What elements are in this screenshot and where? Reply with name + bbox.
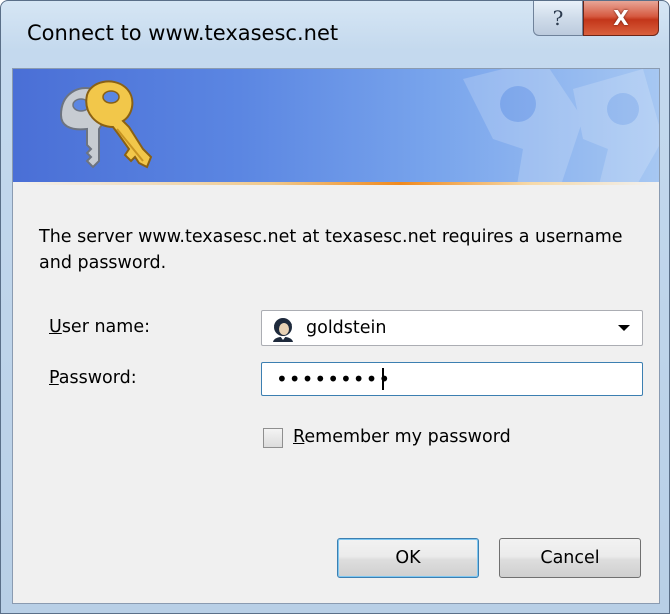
title-bar[interactable]: Connect to www.texasesc.net ? X: [1, 1, 669, 69]
keys-watermark-icon: [463, 69, 659, 184]
auth-message: The server www.texasesc.net at texasesc.…: [39, 227, 623, 273]
ok-button[interactable]: OK: [337, 538, 479, 578]
password-label: Password:: [49, 368, 137, 388]
cancel-button[interactable]: Cancel: [499, 538, 641, 578]
user-icon: [273, 318, 293, 342]
chevron-down-icon[interactable]: [618, 325, 630, 331]
help-icon: ?: [552, 6, 564, 30]
text-caret: [382, 368, 384, 390]
dialog-body: The server www.texasesc.net at texasesc.…: [12, 68, 660, 604]
remember-password-checkbox[interactable]: [263, 428, 283, 448]
username-label: User name:: [49, 317, 150, 337]
help-button[interactable]: ?: [533, 1, 583, 36]
banner: [13, 69, 659, 184]
keys-icon: [59, 80, 153, 169]
window-title: Connect to www.texasesc.net: [27, 21, 339, 45]
close-button[interactable]: X: [583, 1, 659, 36]
remember-password-label[interactable]: Remember my password: [293, 427, 511, 447]
username-value: goldstein: [306, 318, 387, 338]
password-masked-value: •••••••••: [276, 367, 392, 391]
banner-divider: [13, 182, 659, 185]
close-icon: X: [613, 6, 629, 30]
login-dialog: Connect to www.texasesc.net ? X The serv…: [0, 0, 670, 614]
username-combobox[interactable]: goldstein: [261, 310, 643, 346]
password-field[interactable]: •••••••••: [261, 362, 643, 396]
